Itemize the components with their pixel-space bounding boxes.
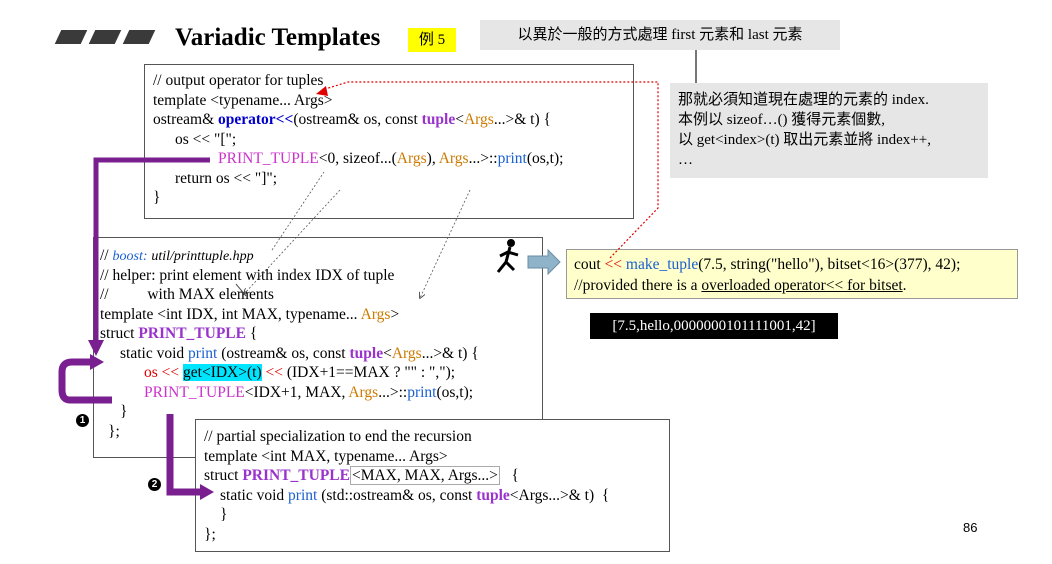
code-line: // with MAX elements [100,286,274,303]
code-line: static void print (ostream& os, const tu… [120,344,479,362]
code-line: os << "["; [175,130,237,148]
code-line: // output operator for tuples [153,72,324,89]
header-note: 以異於一般的方式處理 first 元素和 last 元素 [480,20,840,50]
code-box-operator: // output operator for tuples template <… [144,64,634,219]
code-line: os << get<IDX>(t) << (IDX+1==MAX ? "" : … [144,364,456,381]
side-note-line: 以 get<index>(t) 取出元素並將 index++, [678,132,931,148]
side-note-line: 本例以 sizeof…() 獲得元素個數, [678,112,886,128]
code-line: // boost: util/printtuple.hpp [100,247,254,264]
title-decoration-bars [54,30,158,50]
code-line: struct PRINT_TUPLE <MAX, MAX, Args...> { [204,466,519,485]
example-badge: 例 5 [408,28,456,52]
step-marker-1: 1 [76,414,89,427]
code-line: // helper: print element with index IDX … [100,266,395,284]
code-line: }; [204,525,216,543]
page-number: 86 [963,520,978,535]
code-line: } [153,189,161,206]
code-line: // partial specialization to end the rec… [204,428,472,445]
code-line: template <int MAX, typename... Args> [204,447,448,465]
operator-keyword: operator<< [218,111,294,128]
code-line: PRINT_TUPLE<IDX+1, MAX, Args...>::print(… [144,383,474,401]
struct-name: PRINT_TUPLE [138,325,246,342]
code-box-specialization: // partial specialization to end the rec… [195,419,670,552]
recursive-call: PRINT_TUPLE [144,383,245,401]
code-line: return os << "]"; [175,169,278,187]
code-line: ostream& operator<<(ostream& os, const t… [153,111,551,128]
usage-line: cout << make_tuple(7.5, string("hello"),… [574,256,961,273]
code-line: PRINT_TUPLE<0, sizeof...(Args), Args...>… [218,150,564,167]
code-line: struct PRINT_TUPLE { [100,325,258,342]
usage-box: cout << make_tuple(7.5, string("hello"),… [566,249,1018,299]
code-line: template <int IDX, int MAX, typename... … [100,305,400,323]
code-line: } [220,506,228,523]
side-note-line: … [678,152,693,168]
slide-title: Variadic Templates [175,24,381,51]
get-idx-highlight: get<IDX>(t) [183,364,262,381]
step-marker-2: 2 [148,478,161,491]
code-line: static void print (std::ostream& os, con… [220,486,610,504]
usage-line: //provided there is a overloaded operato… [574,277,907,294]
side-note: 那就必須知道現在處理的元素的 index. 本例以 sizeof…() 獲得元素… [670,83,988,178]
code-line: template <typename... Args> [153,91,333,109]
output-result: [7.5,hello,0000000101111001,42] [590,313,838,339]
side-note-line: 那就必須知道現在處理的元素的 index. [678,92,929,108]
print-tuple-call: PRINT_TUPLE [218,150,319,167]
